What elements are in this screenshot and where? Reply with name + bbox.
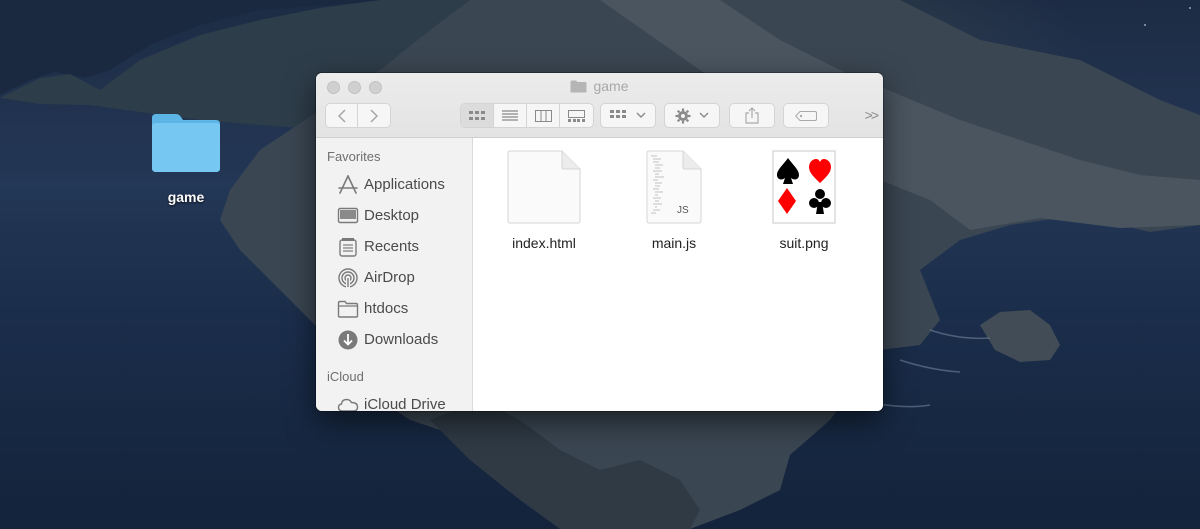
sidebar-item-label: Applications: [364, 176, 445, 193]
sidebar-item-icloud-drive[interactable]: iCloud Drive: [316, 389, 472, 411]
group-grid-icon: [610, 109, 626, 118]
icloud-heading: iCloud: [327, 369, 364, 384]
columns-icon: [534, 109, 552, 122]
forward-button[interactable]: [358, 104, 390, 127]
js-badge: JS: [677, 205, 689, 216]
share-icon: [745, 107, 759, 124]
sidebar-item-downloads[interactable]: Downloads: [316, 324, 472, 355]
desktop-folder-label: game: [167, 189, 205, 205]
view-mode-segmented: [460, 103, 594, 128]
sidebar-item-label: Desktop: [364, 207, 420, 224]
list-view-button[interactable]: [494, 104, 527, 127]
tag-button[interactable]: [783, 103, 829, 128]
folder-icon: [570, 80, 587, 92]
column-view-button[interactable]: [527, 104, 560, 127]
chevron-left-icon: [337, 108, 346, 123]
chevron-down-icon: [636, 112, 646, 118]
back-button[interactable]: [326, 104, 358, 127]
js-document-icon: [646, 150, 702, 224]
sidebar-item-label: AirDrop: [364, 269, 415, 286]
airdrop-icon: [338, 267, 358, 288]
grid-icon: [469, 110, 485, 120]
recents-icon: [339, 237, 357, 257]
cloud-icon: [337, 398, 359, 411]
window-title-text: game: [593, 78, 629, 94]
file-name: suit.png: [779, 235, 829, 251]
sidebar-item-airdrop[interactable]: AirDrop: [316, 262, 472, 293]
desktop-icon: [337, 207, 359, 223]
file-item[interactable]: suit.png: [749, 150, 859, 251]
desktop-folder-game[interactable]: game: [140, 112, 232, 205]
folder-icon: [152, 114, 220, 172]
file-name: index.html: [512, 235, 576, 251]
gear-icon: [675, 108, 691, 123]
sidebar-item-label: Recents: [364, 238, 420, 255]
sidebar-item-htdocs[interactable]: htdocs: [316, 293, 472, 324]
gallery-view-button[interactable]: [560, 104, 593, 127]
folder-icon: [337, 300, 359, 318]
action-button[interactable]: [664, 103, 720, 128]
toolbar: >>: [325, 103, 879, 129]
applications-icon: [338, 174, 358, 194]
sidebar-item-label: Downloads: [364, 331, 439, 348]
file-item[interactable]: index.html: [489, 150, 599, 251]
file-item[interactable]: JS main.js: [619, 150, 729, 251]
sidebar-item-label: htdocs: [364, 300, 409, 317]
list-icon: [502, 110, 518, 121]
sidebar-item-applications[interactable]: Applications: [316, 169, 472, 200]
group-button[interactable]: [600, 103, 656, 128]
sidebar-item-recents[interactable]: Recents: [316, 231, 472, 262]
chevron-right-icon: [370, 108, 378, 123]
file-name: main.js: [651, 235, 697, 251]
icon-view-button[interactable]: [461, 104, 494, 127]
toolbar-overflow-button[interactable]: >>: [865, 107, 879, 123]
file-browser-content[interactable]: index.html JS main.js suit.png: [473, 138, 883, 411]
sidebar-item-label: iCloud Drive: [364, 396, 446, 411]
tag-icon: [795, 110, 817, 121]
nav-buttons: [325, 103, 391, 128]
sidebar-item-desktop[interactable]: Desktop: [316, 200, 472, 231]
share-button[interactable]: [729, 103, 775, 128]
titlebar[interactable]: game >>: [316, 73, 883, 138]
gallery-icon: [568, 109, 585, 122]
chevron-down-icon: [699, 112, 709, 118]
sidebar: Favorites Applications Desktop Recents A…: [316, 138, 473, 411]
finder-window[interactable]: game >> Favorites Applications Desktop R…: [316, 73, 883, 411]
window-title: game: [316, 78, 883, 94]
html-document-icon: [507, 150, 581, 224]
favorites-heading: Favorites: [327, 149, 381, 164]
card-suits-image-icon: [772, 150, 836, 224]
downloads-icon: [338, 330, 358, 349]
